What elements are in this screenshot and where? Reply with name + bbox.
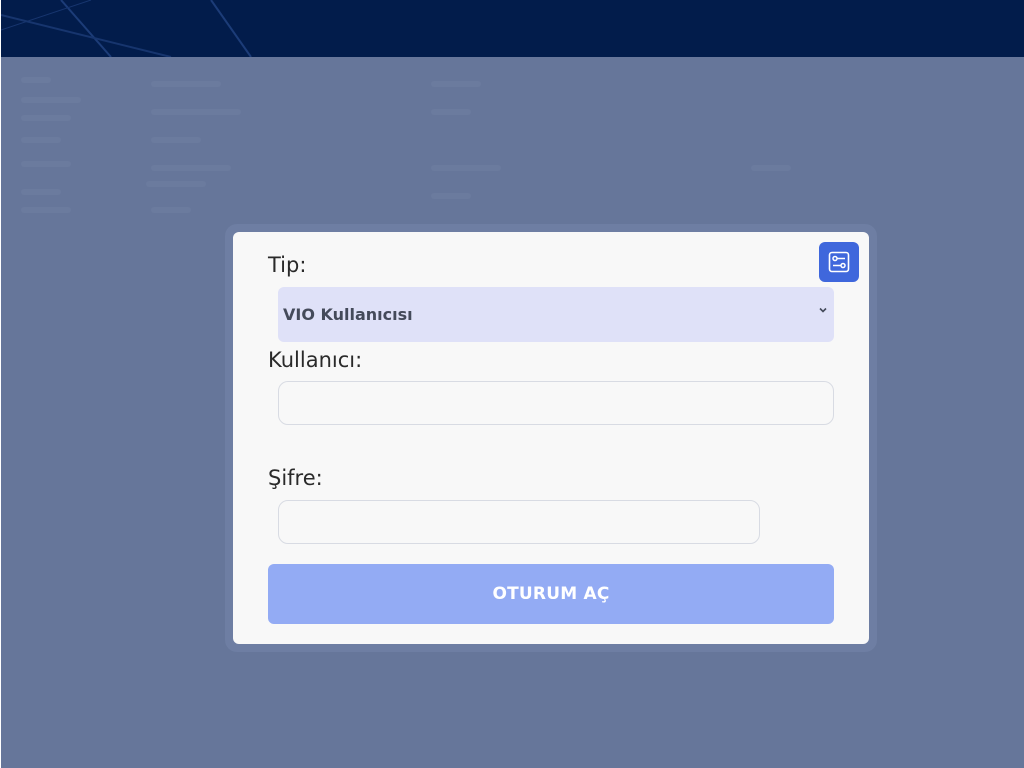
type-select-value: VIO Kullanıcısı	[283, 305, 413, 324]
login-dialog: Tip: VIO Kullanıcısı Kullanıcı: Şifre: O…	[233, 232, 869, 644]
password-label: Şifre:	[268, 466, 323, 490]
banner-pattern	[1, 0, 252, 57]
user-label: Kullanıcı:	[268, 348, 363, 372]
chevron-down-icon	[819, 307, 827, 313]
sliders-settings-icon	[828, 251, 850, 273]
user-input[interactable]	[278, 381, 834, 425]
type-label: Tip:	[268, 253, 307, 277]
login-page: Tip: VIO Kullanıcısı Kullanıcı: Şifre: O…	[0, 0, 1024, 768]
settings-button[interactable]	[819, 242, 859, 282]
type-select[interactable]: VIO Kullanıcısı	[278, 287, 834, 342]
login-button[interactable]: OTURUM AÇ	[268, 564, 834, 624]
background-content	[1, 57, 1024, 237]
password-input[interactable]	[278, 500, 760, 544]
header-banner	[1, 0, 1024, 57]
